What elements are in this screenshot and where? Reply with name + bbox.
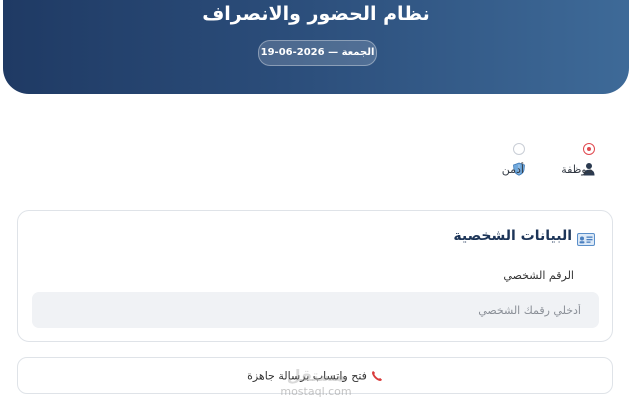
personal-id-input[interactable] bbox=[32, 292, 599, 328]
admin-radio[interactable] bbox=[513, 143, 525, 155]
employee-label: موظفة bbox=[561, 163, 593, 176]
page-title: نظام الحضور والانصراف bbox=[202, 3, 430, 25]
admin-label: أدمن bbox=[501, 163, 524, 176]
date-badge: الجمعة — 2026-06-19 bbox=[258, 40, 377, 66]
page-header: نظام الحضور والانصراف الجمعة — 2026-06-1… bbox=[3, 0, 629, 94]
id-card-icon bbox=[577, 233, 595, 246]
personal-info-card: البيانات الشخصية الرقم الشخصي bbox=[17, 210, 613, 342]
personal-id-label: الرقم الشخصي bbox=[503, 269, 574, 282]
section-title: البيانات الشخصية bbox=[453, 228, 572, 244]
employee-radio[interactable] bbox=[583, 143, 595, 155]
whatsapp-button-label: فتح واتساب برسالة جاهزة bbox=[247, 369, 367, 383]
role-option-admin[interactable]: أدمن bbox=[480, 141, 550, 181]
phone-icon bbox=[371, 371, 382, 381]
open-whatsapp-button[interactable]: فتح واتساب برسالة جاهزة bbox=[17, 357, 613, 394]
